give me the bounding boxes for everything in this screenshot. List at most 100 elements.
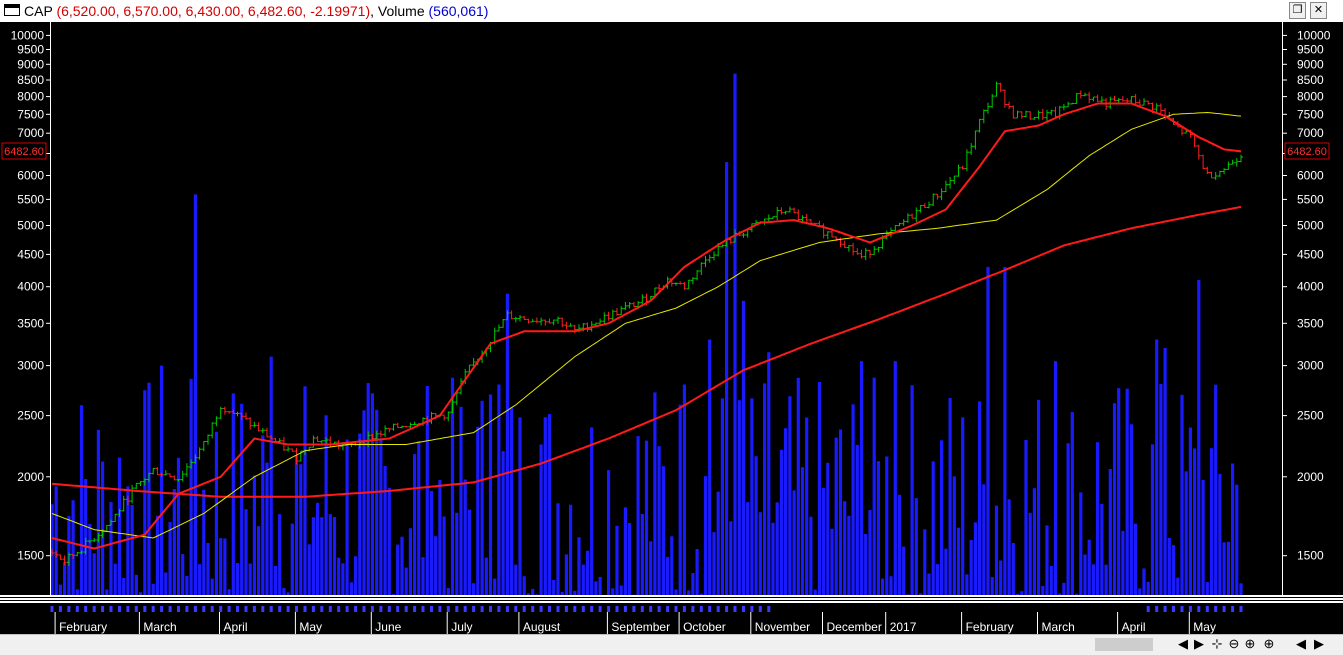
volume-bar [712,532,715,595]
zoom-in-icon[interactable]: ⊕ [1243,637,1257,651]
overview-bar [135,606,138,612]
horizontal-scroll-thumb[interactable] [1095,638,1153,651]
ohlc-values: (6,520.00, 6,570.00, 6,430.00, 6,482.60,… [56,3,370,19]
overview-bar [1189,606,1192,612]
volume-bar [1223,542,1226,595]
volume-bar [1159,384,1162,595]
overview-bar [185,606,188,612]
volume-bar [982,484,985,595]
volume-bar [1058,594,1061,595]
overview-bar [514,606,517,612]
volume-bar [860,361,863,595]
scroll-left-arrow-icon[interactable]: ◀ [1176,637,1190,651]
overview-bar [1172,606,1175,612]
volume-bar [438,480,441,595]
volume-bar [455,513,458,595]
volume-bar [733,74,736,595]
volume-bar [704,476,707,595]
volume-bar [190,379,193,595]
overview-bar [742,606,745,612]
volume-bar [105,590,108,596]
volume-bar [143,390,146,595]
window-icon[interactable] [4,4,20,16]
x-tick-label: February [966,620,1014,634]
volume-bar [1239,583,1242,595]
x-tick-label: August [523,620,561,634]
volume-bar [839,430,842,596]
volume-bar [599,577,602,595]
volume-bar [249,564,252,596]
overview-bar [405,606,408,612]
y-tick-label: 4500 [17,247,44,261]
overview-bar [354,606,357,612]
overview-bar [93,606,96,612]
volume-bar [1185,471,1188,595]
y-tick-label: 2500 [1297,409,1324,423]
volume-bar [160,366,163,595]
volume-bar [97,430,100,595]
volume-bar [109,502,112,595]
volume-bar [531,589,534,595]
overview-bar [304,606,307,612]
overview-bar [700,606,703,612]
volume-bar [320,517,323,595]
volume-bar [835,438,838,595]
volume-bar [514,565,517,595]
close-button[interactable]: ✕ [1310,2,1327,19]
volume-bar [1164,348,1167,595]
volume-bar [628,523,631,595]
volume-bar [915,498,918,595]
x-tick-label: April [1122,620,1146,634]
volume-bar [1172,545,1175,595]
volume-bar [767,352,770,595]
overview-bar [346,606,349,612]
overview-bar [691,606,694,612]
crosshair-icon[interactable]: ⊹ [1210,637,1224,651]
volume-bar [202,490,205,595]
volume-bar [236,563,239,595]
volume-bar [493,579,496,595]
volume-bar [118,458,121,595]
volume-bar [371,393,374,595]
y-tick-label: 7500 [1297,107,1324,121]
pan-left-icon[interactable]: ◀ [1294,637,1308,651]
overview-bar [84,606,87,612]
volume-bar [527,593,530,595]
zoom-settings-icon[interactable]: ⊕ [1262,637,1276,651]
volume-bar [1003,267,1006,595]
scroll-right-arrow-icon[interactable]: ▶ [1192,637,1206,651]
overview-bar [759,606,762,612]
y-tick-label: 5500 [17,192,44,206]
volume-bar [847,516,850,595]
overview-bar [126,606,129,612]
volume-bar [911,385,914,595]
y-tick-label: 9000 [17,57,44,71]
restore-button[interactable]: ❐ [1289,2,1306,19]
volume-bar [953,476,956,595]
volume-bar [173,489,176,595]
y-tick-label: 10000 [11,28,45,42]
volume-bar [991,577,994,595]
overview-bar [717,606,720,612]
volume-bar [569,505,572,595]
volume-bar [164,573,167,596]
x-tick-label: May [299,620,322,634]
zoom-out-icon[interactable]: ⊖ [1227,637,1241,651]
overview-bar [750,606,753,612]
overview-bar [1197,606,1200,612]
volume-bar [485,558,488,595]
volume-bar [552,580,555,595]
overview-bar [76,606,79,612]
volume-bar [1176,578,1179,595]
overview-bar [734,606,737,612]
pan-right-icon[interactable]: ▶ [1312,637,1326,651]
overview-bar [245,606,248,612]
y-tick-label: 3000 [17,359,44,373]
overview-bar [523,606,526,612]
volume-bar [708,340,711,596]
volume-bar [717,492,720,595]
y-tick-label: 8000 [17,90,44,104]
volume-bar [147,383,150,595]
price-chart[interactable]: 1000095009000850080007500700065006000550… [0,22,1343,634]
volume-bar [957,528,960,595]
